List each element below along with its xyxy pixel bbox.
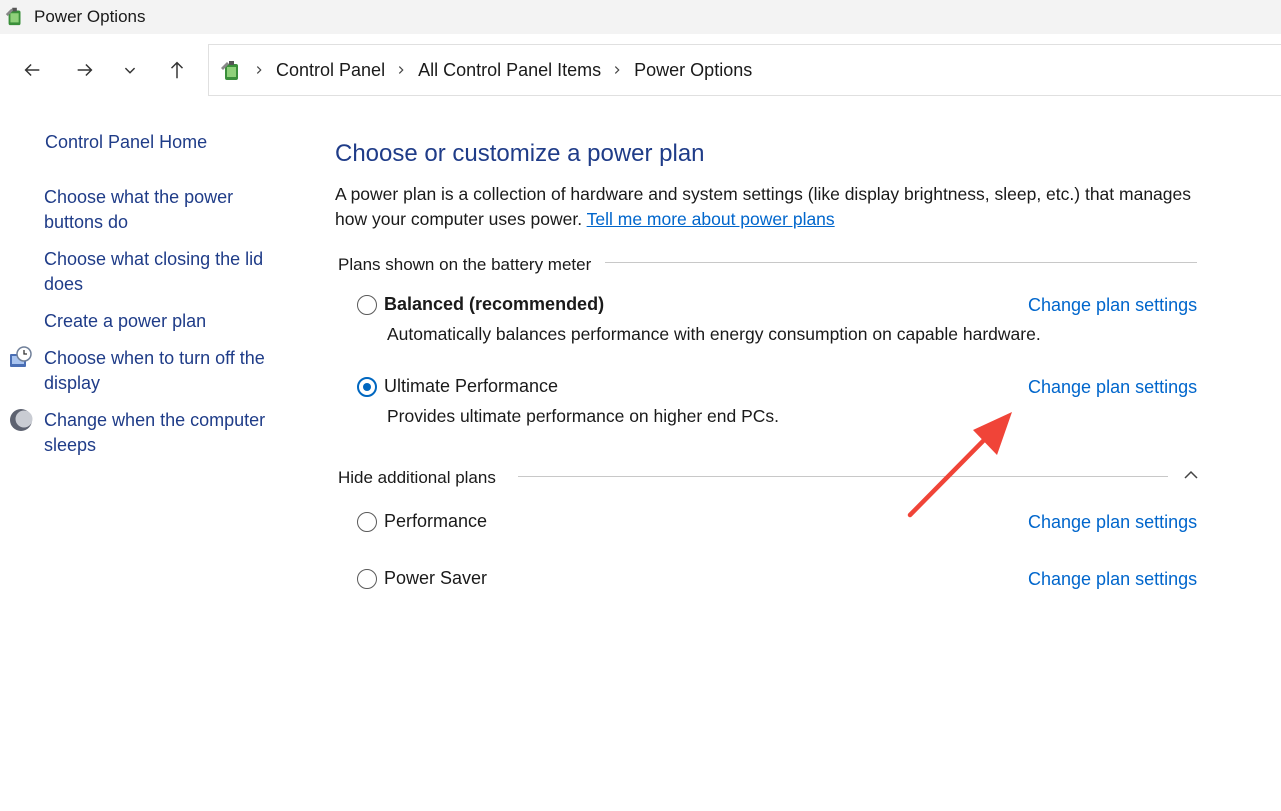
title-bar: Power Options xyxy=(0,0,1281,34)
sidebar-item-create-power-plan[interactable]: Create a power plan xyxy=(44,309,284,334)
address-bar[interactable]: Control Panel All Control Panel Items Po… xyxy=(208,44,1281,96)
up-arrow-icon xyxy=(170,61,184,79)
page-description: A power plan is a collection of hardware… xyxy=(335,182,1215,232)
radio-ultimate-performance[interactable] xyxy=(357,377,377,397)
breadcrumb-power-options[interactable]: Power Options xyxy=(634,60,752,81)
recent-locations-button[interactable] xyxy=(112,52,148,88)
tell-me-more-link[interactable]: Tell me more about power plans xyxy=(587,209,835,229)
plan-description: Provides ultimate performance on higher … xyxy=(387,406,780,426)
radio-power-saver[interactable] xyxy=(357,569,377,589)
back-button[interactable] xyxy=(14,52,50,88)
change-plan-settings-balanced[interactable]: Change plan settings xyxy=(1028,295,1197,316)
group-divider xyxy=(605,262,1197,263)
change-plan-settings-ultimate[interactable]: Change plan settings xyxy=(1028,377,1197,398)
change-plan-settings-power-saver[interactable]: Change plan settings xyxy=(1028,569,1197,590)
chevron-right-icon xyxy=(395,63,409,77)
plan-name: Ultimate Performance xyxy=(384,376,559,396)
radio-balanced[interactable] xyxy=(357,295,377,315)
sidebar-item-control-panel-home[interactable]: Control Panel Home xyxy=(45,130,285,155)
sidebar-item-turn-off-display[interactable]: Choose when to turn off the display xyxy=(44,346,284,396)
navigation-bar: Control Panel All Control Panel Items Po… xyxy=(0,34,1281,106)
power-options-icon xyxy=(5,7,21,26)
back-arrow-icon xyxy=(24,63,40,77)
plan-name: Performance xyxy=(384,511,488,531)
annotation-arrow-icon xyxy=(907,412,1012,518)
forward-button[interactable] xyxy=(67,52,103,88)
breadcrumb-all-control-panel-items[interactable]: All Control Panel Items xyxy=(418,60,601,81)
plan-description: Automatically balances performance with … xyxy=(387,324,1041,344)
battery-meter-group-label: Plans shown on the battery meter xyxy=(338,255,602,275)
plan-name: Balanced (recommended) xyxy=(384,294,605,314)
group-divider xyxy=(518,476,1168,477)
sidebar-item-power-buttons[interactable]: Choose what the power buttons do xyxy=(44,185,284,235)
radio-performance[interactable] xyxy=(357,512,377,532)
chevron-down-icon xyxy=(124,67,136,74)
window-title: Power Options xyxy=(34,7,146,26)
additional-plans-group-label: Hide additional plans xyxy=(338,468,506,488)
moon-icon xyxy=(10,409,33,431)
sidebar-item-closing-lid[interactable]: Choose what closing the lid does xyxy=(44,247,284,297)
plan-name: Power Saver xyxy=(384,568,488,588)
chevron-up-icon[interactable] xyxy=(1182,468,1200,482)
change-plan-settings-performance[interactable]: Change plan settings xyxy=(1028,512,1197,533)
breadcrumb-control-panel[interactable]: Control Panel xyxy=(276,60,385,81)
chevron-right-icon xyxy=(611,63,625,77)
display-clock-icon xyxy=(10,346,32,367)
chevron-right-icon xyxy=(253,63,267,77)
forward-arrow-icon xyxy=(77,63,93,77)
page-title: Choose or customize a power plan xyxy=(335,140,705,167)
up-button[interactable] xyxy=(159,52,195,88)
power-options-icon xyxy=(221,61,238,80)
sidebar-item-computer-sleeps[interactable]: Change when the computer sleeps xyxy=(44,408,284,458)
